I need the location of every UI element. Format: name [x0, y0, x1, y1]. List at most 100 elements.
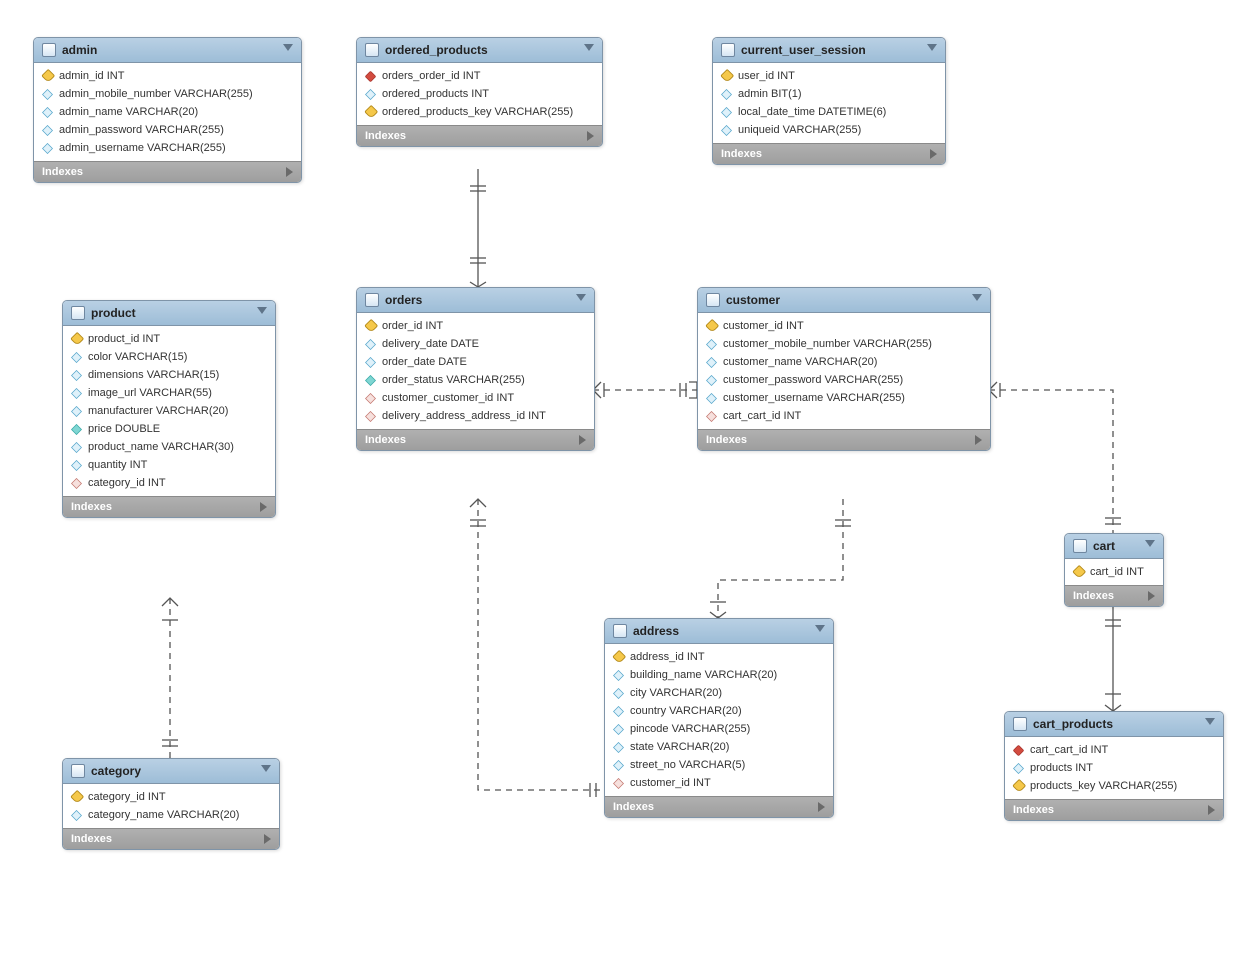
column-row[interactable]: admin_id INT [34, 67, 301, 85]
column-row[interactable]: admin_username VARCHAR(255) [34, 139, 301, 157]
indexes-section[interactable]: Indexes [1005, 799, 1223, 820]
column-row[interactable]: customer_name VARCHAR(20) [698, 353, 990, 371]
expand-icon[interactable] [1148, 591, 1155, 601]
column-row[interactable]: products_key VARCHAR(255) [1005, 777, 1223, 795]
entity-orders[interactable]: orders order_id INT delivery_date DATE orde… [356, 287, 595, 451]
column-row[interactable]: uniqueid VARCHAR(255) [713, 121, 945, 139]
column-row[interactable]: product_id INT [63, 330, 275, 348]
entity-header[interactable]: orders [357, 288, 594, 313]
expand-icon[interactable] [930, 149, 937, 159]
entity-header[interactable]: customer [698, 288, 990, 313]
indexes-section[interactable]: Indexes [605, 796, 833, 817]
column-row[interactable]: order_date DATE [357, 353, 594, 371]
column-row[interactable]: local_date_time DATETIME(6) [713, 103, 945, 121]
column-row[interactable]: customer_customer_id INT [357, 389, 594, 407]
expand-icon[interactable] [1208, 805, 1215, 815]
column-row[interactable]: customer_password VARCHAR(255) [698, 371, 990, 389]
column-row[interactable]: category_id INT [63, 788, 279, 806]
entity-header[interactable]: category [63, 759, 279, 784]
column-row[interactable]: dimensions VARCHAR(15) [63, 366, 275, 384]
expand-icon[interactable] [818, 802, 825, 812]
entity-category[interactable]: category category_id INTcategory_name VAR… [62, 758, 280, 850]
indexes-section[interactable]: Indexes [713, 143, 945, 164]
entity-header[interactable]: current_user_session [713, 38, 945, 63]
column-row[interactable]: user_id INT [713, 67, 945, 85]
expand-icon[interactable] [587, 131, 594, 141]
collapse-icon[interactable] [1205, 718, 1215, 725]
indexes-section[interactable]: Indexes [63, 828, 279, 849]
column-row[interactable]: country VARCHAR(20) [605, 702, 833, 720]
collapse-icon[interactable] [815, 625, 825, 632]
column-row[interactable]: category_name VARCHAR(20) [63, 806, 279, 824]
column-row[interactable]: ordered_products INT [357, 85, 602, 103]
expand-icon[interactable] [579, 435, 586, 445]
entity-header[interactable]: product [63, 301, 275, 326]
column-row[interactable]: city VARCHAR(20) [605, 684, 833, 702]
primary-key-icon [69, 331, 85, 347]
column-row[interactable]: color VARCHAR(15) [63, 348, 275, 366]
column-row[interactable]: product_name VARCHAR(30) [63, 438, 275, 456]
collapse-icon[interactable] [1145, 540, 1155, 547]
column-row[interactable]: quantity INT [63, 456, 275, 474]
column-row[interactable]: delivery_address_address_id INT [357, 407, 594, 425]
column-row[interactable]: customer_id INT [605, 774, 833, 792]
collapse-icon[interactable] [283, 44, 293, 51]
column-row[interactable]: admin BIT(1) [713, 85, 945, 103]
column-row[interactable]: customer_mobile_number VARCHAR(255) [698, 335, 990, 353]
indexes-section[interactable]: Indexes [357, 429, 594, 450]
entity-address[interactable]: address address_id INTbuilding_name VARCH… [604, 618, 834, 818]
expand-icon[interactable] [286, 167, 293, 177]
column-label: cart_id INT [1090, 566, 1144, 578]
collapse-icon[interactable] [927, 44, 937, 51]
entity-admin[interactable]: admin admin_id INTadmin_mobile_number VAR… [33, 37, 302, 183]
column-row[interactable]: price DOUBLE [63, 420, 275, 438]
column-row[interactable]: pincode VARCHAR(255) [605, 720, 833, 738]
column-row[interactable]: address_id INT [605, 648, 833, 666]
column-row[interactable]: image_url VARCHAR(55) [63, 384, 275, 402]
collapse-icon[interactable] [584, 44, 594, 51]
column-row[interactable]: products INT [1005, 759, 1223, 777]
entity-header[interactable]: cart_products [1005, 712, 1223, 737]
entity-customer[interactable]: customer customer_id INTcustomer_mobile_n… [697, 287, 991, 451]
column-row[interactable]: order_status VARCHAR(255) [357, 371, 594, 389]
entity-cart[interactable]: cart cart_id INT Indexes [1064, 533, 1164, 607]
entity-ordered_products[interactable]: ordered_productsorders_order_id INTorder… [356, 37, 603, 147]
collapse-icon[interactable] [972, 294, 982, 301]
entity-header[interactable]: cart [1065, 534, 1163, 559]
column-row[interactable]: category_id INT [63, 474, 275, 492]
column-row[interactable]: street_no VARCHAR(5) [605, 756, 833, 774]
column-row[interactable]: cart_id INT [1065, 563, 1163, 581]
column-row[interactable]: state VARCHAR(20) [605, 738, 833, 756]
column-row[interactable]: manufacturer VARCHAR(20) [63, 402, 275, 420]
entity-header[interactable]: address [605, 619, 833, 644]
indexes-section[interactable]: Indexes [1065, 585, 1163, 606]
column-row[interactable]: cart_cart_id INT [1005, 741, 1223, 759]
column-row[interactable]: orders_order_id INT [357, 67, 602, 85]
entity-header[interactable]: ordered_products [357, 38, 602, 63]
indexes-section[interactable]: Indexes [357, 125, 602, 146]
column-row[interactable]: building_name VARCHAR(20) [605, 666, 833, 684]
entity-current_user_session[interactable]: current_user_session user_id INTadmin BIT… [712, 37, 946, 165]
column-row[interactable]: ordered_products_key VARCHAR(255) [357, 103, 602, 121]
collapse-icon[interactable] [261, 765, 271, 772]
column-row[interactable]: customer_id INT [698, 317, 990, 335]
column-row[interactable]: order_id INT [357, 317, 594, 335]
indexes-section[interactable]: Indexes [34, 161, 301, 182]
collapse-icon[interactable] [257, 307, 267, 314]
column-label: delivery_date DATE [382, 338, 479, 350]
expand-icon[interactable] [260, 502, 267, 512]
indexes-section[interactable]: Indexes [63, 496, 275, 517]
entity-header[interactable]: admin [34, 38, 301, 63]
entity-product[interactable]: product product_id INTcolor VARCHAR(15)di… [62, 300, 276, 518]
entity-cart_products[interactable]: cart_products cart_cart_id INTproducts IN… [1004, 711, 1224, 821]
expand-icon[interactable] [975, 435, 982, 445]
column-row[interactable]: delivery_date DATE [357, 335, 594, 353]
column-row[interactable]: cart_cart_id INT [698, 407, 990, 425]
column-row[interactable]: admin_name VARCHAR(20) [34, 103, 301, 121]
column-row[interactable]: admin_mobile_number VARCHAR(255) [34, 85, 301, 103]
expand-icon[interactable] [264, 834, 271, 844]
collapse-icon[interactable] [576, 294, 586, 301]
indexes-section[interactable]: Indexes [698, 429, 990, 450]
column-row[interactable]: customer_username VARCHAR(255) [698, 389, 990, 407]
column-row[interactable]: admin_password VARCHAR(255) [34, 121, 301, 139]
